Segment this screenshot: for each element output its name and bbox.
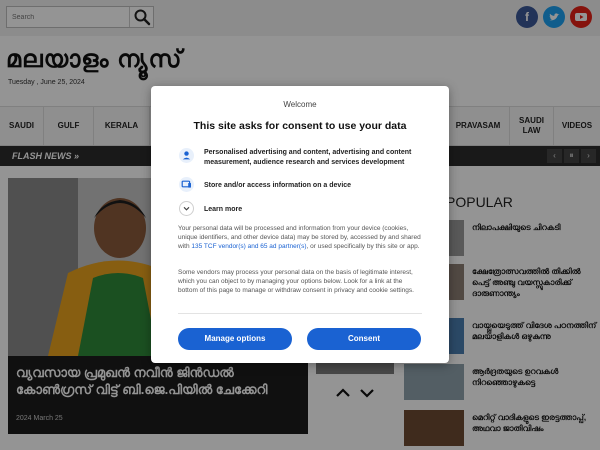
- chevron-down-icon[interactable]: [179, 201, 194, 216]
- user-icon: [179, 148, 194, 163]
- manage-options-button[interactable]: Manage options: [178, 328, 292, 350]
- purpose-device-storage: Store and/or access information on a dev…: [179, 177, 429, 193]
- learn-more-label[interactable]: Learn more: [204, 205, 432, 215]
- consent-title: This site asks for consent to use your d…: [193, 120, 407, 132]
- consent-paragraph-2: Some vendors may process your personal d…: [178, 269, 414, 295]
- consent-paragraph-1-end: , or used specifically by this site or a…: [306, 243, 420, 251]
- purpose-text: Personalised advertising and content, ad…: [204, 149, 412, 166]
- purpose-text: Store and/or access information on a dev…: [204, 182, 352, 189]
- consent-paragraph-1: Your personal data will be processed and…: [178, 224, 423, 252]
- consent-welcome: Welcome: [283, 100, 317, 109]
- purpose-personalised-ads: Personalised advertising and content, ad…: [179, 148, 429, 170]
- consent-button[interactable]: Consent: [307, 328, 421, 350]
- dialog-divider: [178, 313, 422, 314]
- vendors-link[interactable]: 135 TCF vendor(s) and 65 ad partner(s): [191, 243, 306, 250]
- consent-dialog: Welcome This site asks for consent to us…: [151, 86, 449, 363]
- learn-more-toggle[interactable]: Learn more: [179, 201, 429, 217]
- device-icon: [179, 177, 194, 192]
